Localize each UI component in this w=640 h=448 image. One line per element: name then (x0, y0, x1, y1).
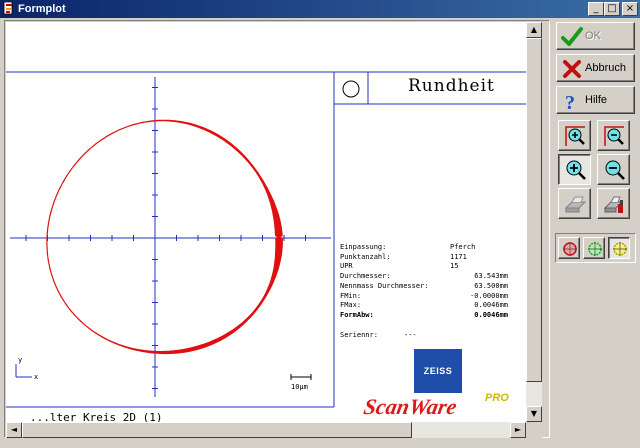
zoom-in-area-icon (565, 126, 585, 146)
svg-text:?: ? (565, 92, 575, 112)
axis-indicator: y x (15, 356, 38, 381)
result-row-value: 63.543mm (474, 272, 508, 281)
horizontal-scrollbar[interactable]: ◄ ► (6, 422, 526, 438)
close-button[interactable]: × (622, 2, 638, 16)
result-row-label: FMin: (340, 291, 362, 300)
arrow-left-icon: ◄ (10, 425, 18, 434)
roundness-profile (46, 119, 283, 355)
view-mode-yellow-button[interactable] (608, 237, 630, 259)
result-row-value: 0.0046mm (474, 310, 508, 319)
result-row-value: 15 (450, 262, 459, 271)
maximize-icon: □ (607, 3, 617, 14)
zoom-in-button[interactable] (558, 154, 591, 185)
zoom-out-area-icon (604, 126, 624, 146)
element-name-text: ...lter Kreis 2D (1) (30, 411, 163, 422)
serial-value: --- (404, 331, 417, 339)
green-profile-icon (588, 242, 602, 256)
minimize-icon: _ (593, 3, 599, 14)
scale-bar-label: 10µm (291, 383, 308, 391)
zoom-out-icon (605, 160, 625, 180)
cancel-button-label: Abbruch (585, 62, 626, 74)
arrow-right-icon: ► (514, 425, 522, 434)
scroll-right-button[interactable]: ► (510, 422, 526, 438)
minimize-button[interactable]: _ (588, 2, 604, 16)
vertical-scrollbar[interactable]: ▲ ▼ (526, 22, 542, 422)
ok-button-label: OK (585, 30, 601, 42)
view-mode-red-button[interactable] (558, 237, 580, 259)
scroll-left-button[interactable]: ◄ (6, 422, 22, 438)
cancel-button[interactable]: Abbruch (556, 54, 635, 82)
serial-label: Seriennr: (340, 331, 378, 339)
result-row-label: FormAbw: (340, 310, 374, 319)
cross-icon (563, 60, 581, 78)
zeiss-logo: ZEISS (414, 349, 462, 393)
print-button[interactable] (558, 188, 591, 219)
window-title: Formplot (18, 3, 66, 15)
view-mode-green-button[interactable] (583, 237, 605, 259)
scroll-up-button[interactable]: ▲ (526, 22, 542, 38)
printer-setup-icon (603, 196, 624, 213)
result-row-label: Durchmesser: (340, 272, 391, 281)
result-row-value: -0.0000mm (470, 291, 508, 300)
ok-button[interactable]: OK (556, 22, 635, 50)
scroll-down-button[interactable]: ▼ (526, 406, 542, 422)
result-row-value: 63.500mm (474, 281, 508, 290)
formplot-app-icon (3, 2, 13, 15)
title-bar: Formplot _ □ × (0, 0, 640, 18)
scale-bar: 10µm (290, 374, 312, 391)
axis-y-label: y (18, 356, 22, 364)
result-row-label: FMax: (340, 301, 362, 310)
scanware-pro-label: PRO (485, 392, 509, 404)
zoom-in-icon (566, 160, 586, 180)
result-row-label: UPR (340, 262, 353, 271)
plot-area[interactable]: y x 10µm Rundheit Einpassung: Pferch Punkt… (6, 22, 526, 422)
zoom-out-button[interactable] (597, 154, 630, 185)
result-row-label: Punktanzahl: (340, 252, 391, 261)
scroll-corner (526, 422, 542, 438)
maximize-button[interactable]: □ (604, 2, 620, 16)
result-row-value: 1171 (450, 252, 467, 261)
result-title: Rundheit (408, 76, 495, 96)
result-row-value: Pferch (450, 243, 476, 251)
roundness-symbol-icon (342, 80, 360, 98)
result-row-value: 0.0046mm (474, 301, 508, 310)
arrow-down-icon: ▼ (530, 409, 538, 418)
question-mark-icon: ? (565, 92, 575, 112)
vertical-scroll-thumb[interactable] (526, 38, 542, 382)
red-profile-icon (563, 242, 577, 256)
scanware-logo: ScanWare (361, 394, 459, 419)
yellow-profile-icon (613, 242, 627, 256)
result-row-label: Einpassung: (340, 243, 387, 251)
arrow-up-icon: ▲ (530, 25, 538, 34)
zoom-in-area-button[interactable] (558, 120, 591, 151)
help-button-label: Hilfe (585, 94, 608, 106)
plot-axes (10, 77, 331, 397)
result-row-label: Nennmass Durchmesser: (340, 281, 429, 290)
checkmark-icon (561, 27, 583, 46)
axis-x-label: x (34, 373, 38, 381)
help-button[interactable]: ? Hilfe (556, 86, 635, 114)
profile-band (46, 119, 283, 355)
close-icon: × (625, 3, 635, 14)
print-setup-button[interactable] (597, 188, 630, 219)
zeiss-logo-text: ZEISS (423, 366, 453, 376)
zoom-out-area-button[interactable] (597, 120, 630, 151)
horizontal-scroll-thumb[interactable] (22, 422, 412, 438)
printer-icon (564, 196, 587, 213)
